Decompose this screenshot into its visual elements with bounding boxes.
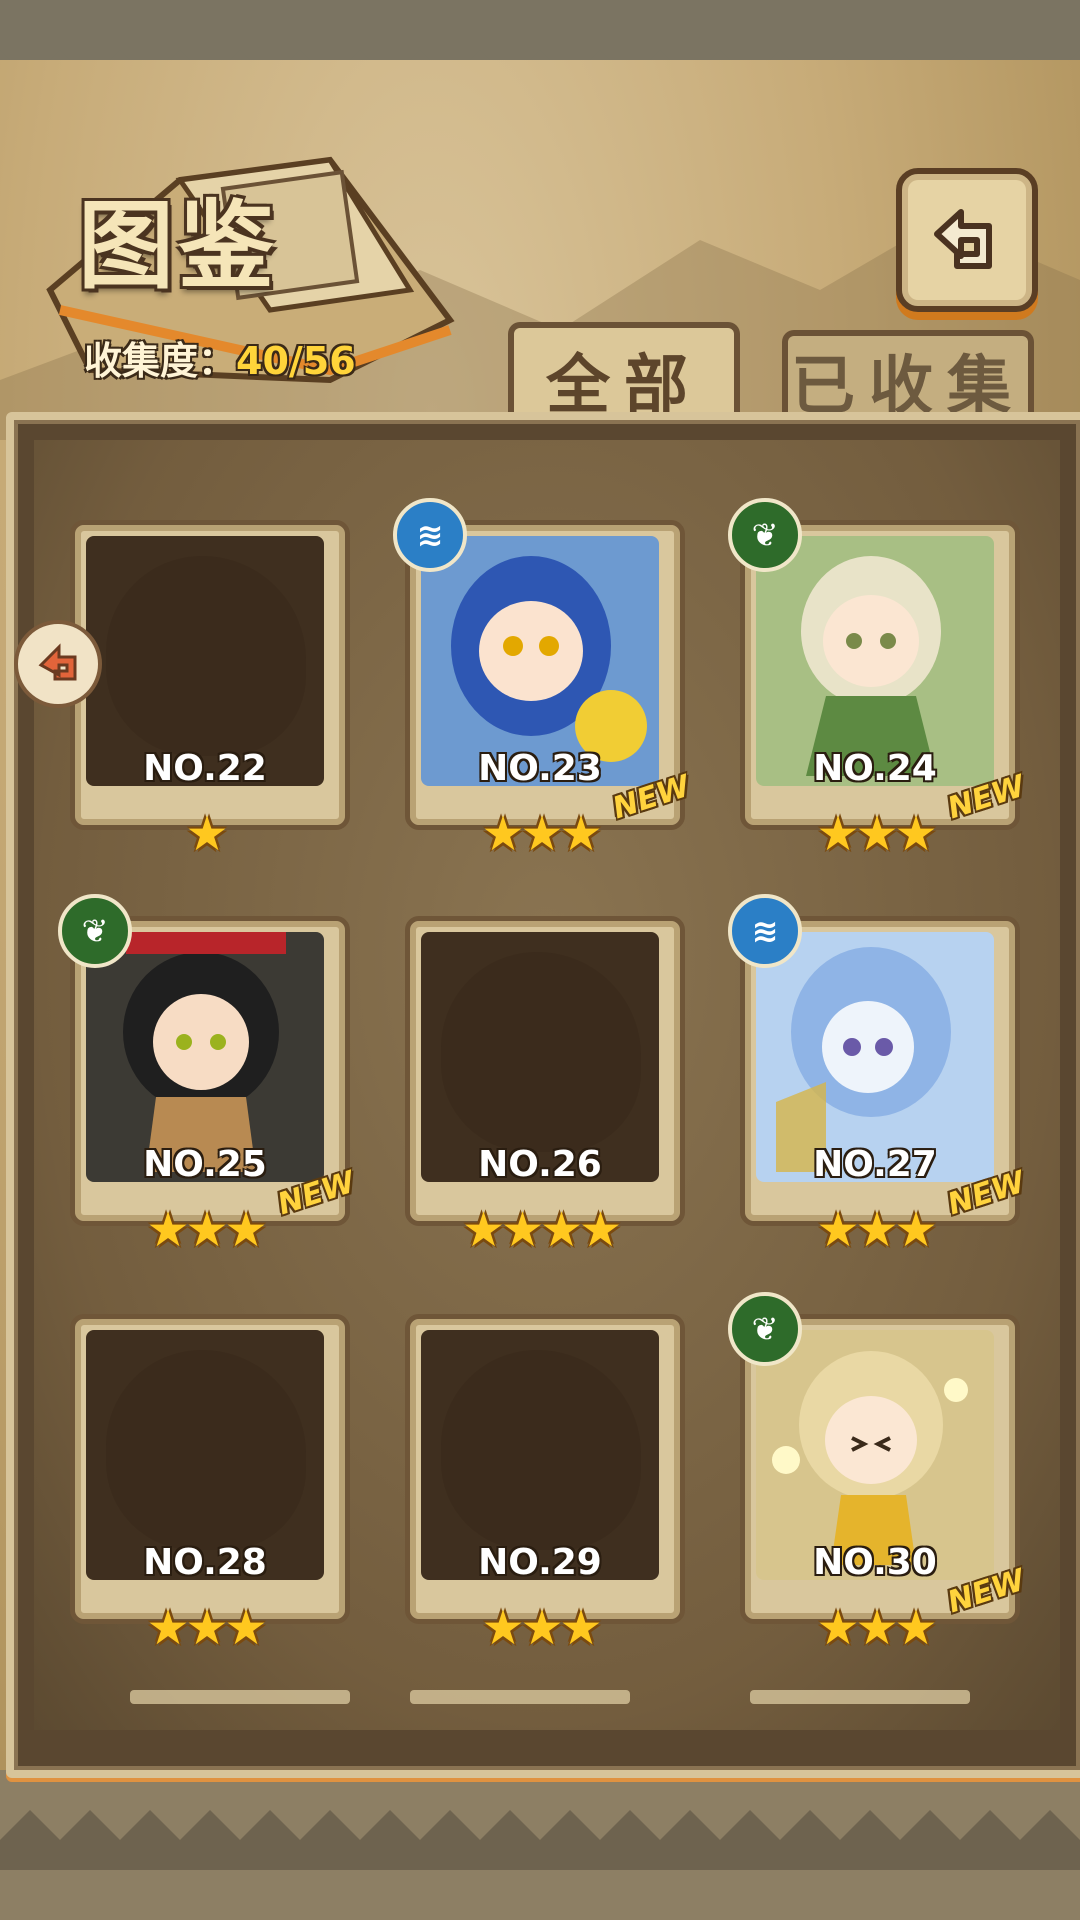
water-element-icon: ≋ — [393, 498, 467, 572]
card-number: NO.26 — [478, 1144, 602, 1185]
prev-page-arrow-icon — [38, 643, 77, 681]
card-stars: ★★★ — [816, 1202, 937, 1258]
back-button[interactable] — [896, 168, 1038, 312]
collection-count: 40/56 — [236, 339, 356, 383]
card-stars: ★ — [185, 806, 228, 862]
next-row-peek — [130, 1690, 350, 1704]
card-no-26[interactable]: NO.26 ★★★★ — [395, 906, 685, 1258]
leaf-element-icon: ❦ — [728, 1292, 802, 1366]
card-stars: ★★★ — [481, 806, 602, 862]
card-number: NO.29 — [478, 1542, 602, 1583]
card-stars: ★★★ — [816, 806, 937, 862]
back-arrow-icon — [934, 209, 992, 269]
card-no-25[interactable]: ❦ NO.25 NEW ★★★ — [58, 894, 359, 1258]
card-no-23[interactable]: ≋ NO.23 NEW ★★★ — [393, 498, 694, 862]
card-no-27[interactable]: ≋ NO.27 NEW ★★★ — [728, 894, 1029, 1258]
collection-progress: 收集度：40/56 — [84, 330, 356, 385]
zigzag-bottom-edge — [0, 1810, 1080, 1870]
card-no-24[interactable]: ❦ NO.24 NEW ★★★ — [728, 498, 1029, 862]
card-no-30[interactable]: ❦ NO.30 NEW ★★★ — [728, 1292, 1029, 1656]
card-stars: ★★★ — [146, 1202, 267, 1258]
leaf-element-icon: ❦ — [728, 498, 802, 572]
page-title: 图鉴 — [78, 189, 278, 302]
collection-label: 收集度： — [84, 339, 237, 383]
leaf-element-icon: ❦ — [58, 894, 132, 968]
next-row-peek — [750, 1690, 970, 1704]
card-no-28[interactable]: NO.28 ★★★ — [60, 1304, 350, 1656]
water-element-icon: ≋ — [728, 894, 802, 968]
card-no-29[interactable]: NO.29 ★★★ — [395, 1304, 685, 1656]
next-row-peek — [410, 1690, 630, 1704]
card-no-22[interactable]: NO.22 ★ — [60, 510, 350, 862]
card-number: NO.28 — [143, 1542, 267, 1583]
card-number: NO.22 — [143, 748, 267, 789]
card-stars: ★★★ — [146, 1600, 267, 1656]
card-stars: ★★★ — [481, 1600, 602, 1656]
character-silhouette — [106, 1350, 306, 1550]
prev-page-button[interactable] — [14, 620, 102, 708]
card-stars: ★★★ — [816, 1600, 937, 1656]
character-silhouette — [106, 556, 306, 756]
character-silhouette — [441, 1350, 641, 1550]
character-silhouette — [441, 952, 641, 1152]
card-stars: ★★★★ — [461, 1202, 622, 1258]
